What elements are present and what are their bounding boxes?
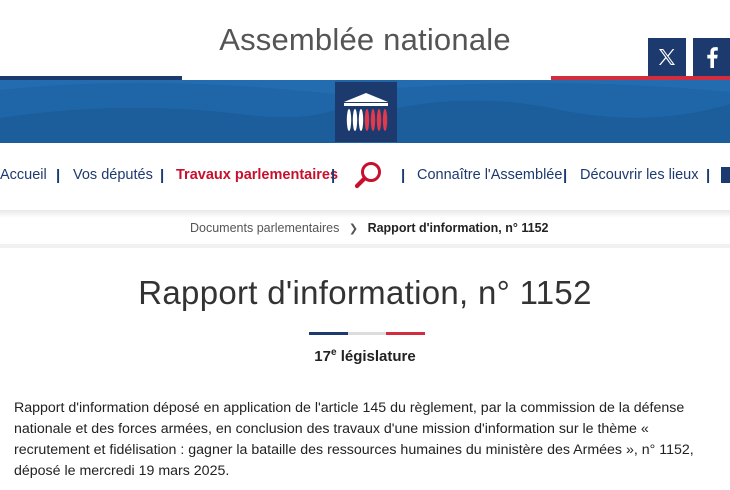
- breadcrumb-parent-link[interactable]: Documents parlementaires: [190, 221, 339, 235]
- search-button[interactable]: [352, 160, 384, 197]
- title-tricolor-bar: [309, 332, 426, 335]
- legislature-number: 17: [314, 348, 331, 365]
- nav-separator: |: [331, 167, 336, 184]
- breadcrumb-divider: [0, 244, 730, 248]
- nav-item-vos-deputes[interactable]: Vos députés: [73, 167, 153, 183]
- facebook-icon: [706, 47, 718, 68]
- account-icon[interactable]: [721, 167, 730, 183]
- document-description: Rapport d'information déposé en applicat…: [14, 400, 694, 479]
- nav-item-accueil[interactable]: Accueil: [0, 167, 47, 183]
- legislature-label: 17e législature: [0, 347, 730, 365]
- legislature-text: législature: [340, 348, 416, 365]
- nav-separator: |: [56, 167, 61, 184]
- nav-divider: [0, 210, 730, 218]
- nav-separator: |: [401, 167, 406, 184]
- facebook-button[interactable]: [693, 38, 730, 76]
- breadcrumb-chevron-icon: ❯: [348, 223, 359, 235]
- hemicycle-logo-icon: [344, 93, 388, 131]
- nav-item-decouvrir-lieux[interactable]: Découvrir les lieux: [580, 167, 698, 183]
- nav-separator: |: [563, 167, 568, 184]
- nav-item-travaux-parlementaires[interactable]: Travaux parlementaires: [176, 167, 338, 183]
- x-twitter-icon: [659, 49, 675, 65]
- site-title[interactable]: Assemblée nationale: [0, 22, 730, 58]
- search-icon: [354, 162, 381, 189]
- page-title: Rapport d'information, n° 1152: [138, 274, 592, 311]
- breadcrumb: Documents parlementaires ❯ Rapport d'inf…: [190, 221, 548, 235]
- x-twitter-button[interactable]: [648, 38, 686, 76]
- legislature-ordinal: e: [330, 347, 337, 358]
- assemblee-logo[interactable]: [335, 82, 397, 142]
- nav-separator: |: [160, 167, 165, 184]
- breadcrumb-current: Rapport d'information, n° 1152: [367, 221, 549, 235]
- nav-item-connaitre-assemblee[interactable]: Connaître l'Assemblée: [417, 167, 562, 183]
- nav-separator: |: [706, 167, 711, 184]
